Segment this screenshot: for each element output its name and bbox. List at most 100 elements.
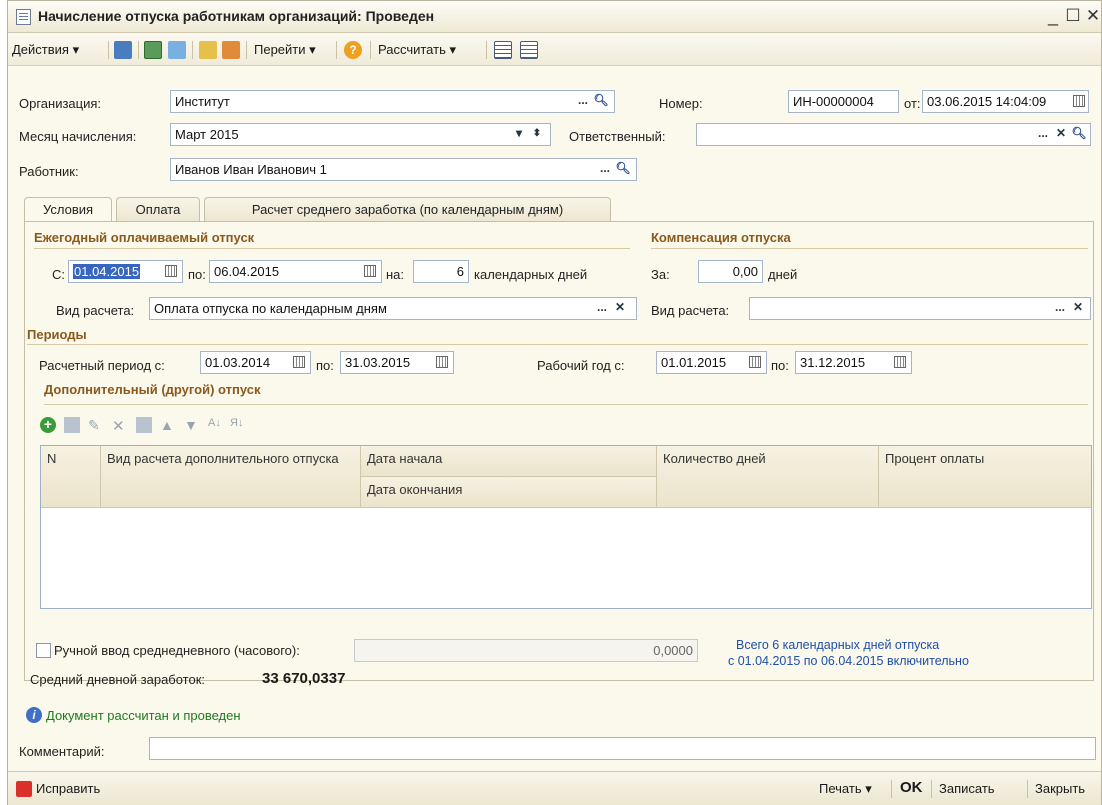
comment-field[interactable] [149, 737, 1096, 760]
col-start[interactable]: Дата начала [361, 446, 657, 477]
work-year-from-field[interactable]: 01.01.2015 [656, 351, 767, 374]
refresh-icon[interactable] [144, 41, 162, 59]
col-percent[interactable]: Процент оплаты [879, 446, 1091, 508]
select-ellipsis-button[interactable]: ... [1035, 124, 1051, 145]
move-down-icon[interactable]: ▼ [184, 417, 200, 433]
to-date-field[interactable]: 06.04.2015 [209, 260, 382, 283]
responsible-field[interactable]: ... ✕ 🔍︎ [696, 123, 1091, 146]
number-field[interactable]: ИН-00000004 [788, 90, 899, 113]
clear-icon[interactable]: ✕ [612, 298, 628, 319]
calendar-icon[interactable] [1073, 95, 1085, 107]
dropdown-arrow-icon[interactable]: ▾ [511, 124, 527, 145]
unpost-icon[interactable] [222, 41, 240, 59]
fix-button[interactable]: Исправить [36, 781, 100, 796]
extra-leave-table[interactable]: N Вид расчета дополнительного отпуска Да… [40, 445, 1092, 609]
calendar-icon[interactable] [894, 356, 906, 368]
manual-entry-field[interactable]: 0,0000 [354, 639, 698, 662]
tab-conditions[interactable]: Условия [24, 197, 112, 223]
info-icon: i [26, 707, 42, 723]
close-button[interactable]: Закрыть [1035, 781, 1085, 796]
toolbar-separator [192, 41, 193, 59]
manual-entry-checkbox[interactable] [36, 643, 51, 658]
delete-icon[interactable]: ✕ [112, 417, 128, 435]
search-icon[interactable]: 🔍︎ [1071, 124, 1087, 145]
work-year-from-value: 01.01.2015 [661, 355, 727, 370]
calc-type-value: Оплата отпуска по календарным дням [154, 301, 387, 316]
goto-menu[interactable]: Перейти ▾ [254, 40, 316, 60]
col-n[interactable]: N [41, 446, 101, 508]
sort-desc-icon[interactable]: Я↓ [230, 417, 246, 433]
maximize-button[interactable]: ☐ [1062, 5, 1084, 27]
col-type[interactable]: Вид расчета дополнительного отпуска [101, 446, 361, 508]
clear-icon[interactable]: ✕ [1053, 124, 1069, 145]
calc-period-to-label: по: [316, 358, 334, 373]
calc-type-field[interactable]: Оплата отпуска по календарным дням ... ✕ [149, 297, 637, 320]
move-up-icon[interactable]: ▲ [160, 417, 176, 433]
tab-average-earnings[interactable]: Расчет среднего заработка (по календарны… [204, 197, 611, 222]
comment-label: Комментарий: [19, 744, 105, 759]
from-date-field[interactable]: 01.04.2015 [68, 260, 183, 283]
calendar-icon[interactable] [364, 265, 376, 277]
list-view-icon[interactable] [494, 41, 512, 59]
month-field[interactable]: Март 2015 ▾ ⬍ [170, 123, 551, 146]
ok-button[interactable]: OK [900, 779, 923, 796]
compensation-title: Компенсация отпуска [651, 230, 791, 245]
calculate-menu[interactable]: Рассчитать ▾ [378, 40, 456, 60]
calc-period-from-field[interactable]: 01.03.2014 [200, 351, 311, 374]
copy-row-icon[interactable] [64, 417, 80, 433]
number-label: Номер: [659, 96, 703, 111]
employee-field[interactable]: Иванов Иван Иванович 1 ... 🔍︎ [170, 158, 637, 181]
periods-title: Периоды [27, 327, 87, 342]
work-year-to-value: 31.12.2015 [800, 355, 866, 370]
select-ellipsis-button[interactable]: ... [594, 298, 610, 319]
calendar-icon[interactable] [436, 356, 448, 368]
window-title: Начисление отпуска работникам организаци… [38, 8, 435, 24]
calendar-icon[interactable] [293, 356, 305, 368]
calculate-label: Рассчитать [378, 42, 446, 57]
calendar-icon[interactable] [165, 265, 177, 277]
actions-menu[interactable]: Действия ▾ [12, 40, 79, 60]
separator [891, 780, 892, 798]
select-ellipsis-button[interactable]: ... [597, 159, 613, 180]
to-label: по: [188, 267, 206, 282]
select-ellipsis-button[interactable]: ... [1052, 298, 1068, 319]
comp-calc-type-field[interactable]: ... ✕ [749, 297, 1091, 320]
employee-label: Работник: [19, 164, 79, 179]
days-unit-label: календарных дней [474, 267, 588, 282]
spin-icon[interactable]: ⬍ [529, 124, 545, 145]
employee-value: Иванов Иван Иванович 1 [175, 162, 327, 177]
clear-icon[interactable]: ✕ [1070, 298, 1086, 319]
close-window-button[interactable]: ✕ [1082, 5, 1102, 27]
edit-icon[interactable]: ✎ [88, 417, 104, 433]
comp-days-field[interactable]: 0,00 [698, 260, 763, 283]
col-end[interactable]: Дата окончания [361, 477, 657, 508]
toolbar-separator [246, 41, 247, 59]
org-field[interactable]: Институт ... 🔍︎ [170, 90, 615, 113]
col-days[interactable]: Количество дней [657, 446, 879, 508]
save-button[interactable]: Записать [939, 781, 995, 796]
search-icon[interactable]: 🔍︎ [615, 159, 631, 180]
calc-period-to-field[interactable]: 31.03.2015 [340, 351, 454, 374]
work-year-to-label: по: [771, 358, 789, 373]
tab-payment[interactable]: Оплата [116, 197, 200, 222]
search-icon[interactable]: 🔍︎ [593, 91, 609, 112]
days-field[interactable]: 6 [413, 260, 469, 283]
print-menu[interactable]: Печать ▾ [819, 781, 872, 797]
help-icon[interactable]: ? [344, 41, 362, 59]
structure-icon[interactable] [520, 41, 538, 59]
minimize-button[interactable]: _ [1042, 5, 1064, 27]
select-ellipsis-button[interactable]: ... [575, 91, 591, 112]
date-field[interactable]: 03.06.2015 14:04:09 [922, 90, 1089, 113]
calendar-icon[interactable] [749, 356, 761, 368]
save-close-icon[interactable] [114, 41, 132, 59]
copy-icon[interactable] [168, 41, 186, 59]
month-value: Март 2015 [175, 127, 239, 142]
work-year-to-field[interactable]: 31.12.2015 [795, 351, 912, 374]
divider [34, 248, 630, 249]
post-icon[interactable] [199, 41, 217, 59]
add-icon[interactable]: + [40, 417, 56, 433]
end-edit-icon[interactable] [136, 417, 152, 433]
fix-icon [16, 781, 32, 797]
sort-asc-icon[interactable]: A↓ [208, 417, 224, 433]
avg-earnings-label: Средний дневной заработок: [30, 672, 206, 687]
